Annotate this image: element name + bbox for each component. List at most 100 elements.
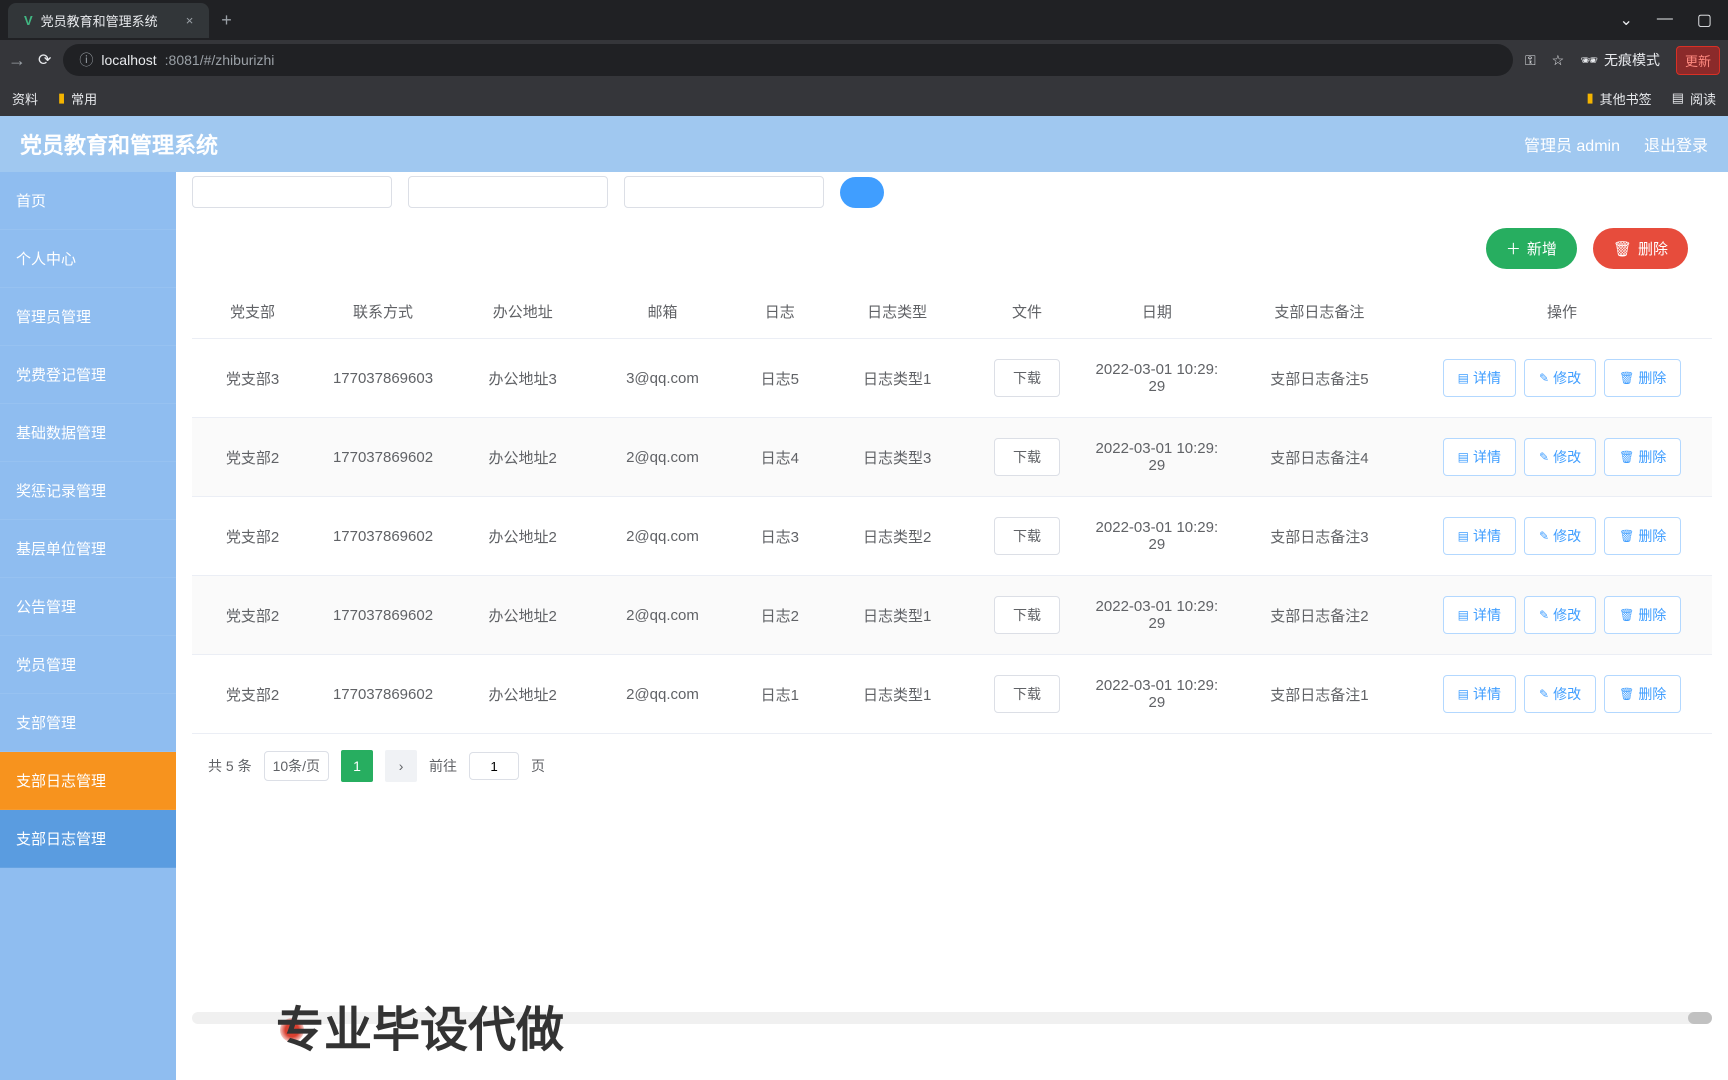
info-icon: ⓘ	[79, 50, 93, 70]
pagination: 共 5 条 10条/页 1 › 前往 页	[192, 734, 1712, 798]
bookmark-ziliao[interactable]: 资料	[12, 89, 38, 108]
add-button[interactable]: ＋ 新增	[1486, 228, 1577, 269]
cell: 下载	[967, 339, 1087, 418]
cell: 办公地址3	[453, 339, 593, 418]
filter-input-2[interactable]	[408, 176, 608, 208]
cell: 日志3	[732, 497, 827, 576]
edit-icon: ✎	[1539, 371, 1549, 385]
page-1-button[interactable]: 1	[341, 750, 373, 782]
cell: 下载	[967, 576, 1087, 655]
folder-icon: ▮	[1587, 90, 1594, 106]
edit-button[interactable]: ✎修改	[1524, 359, 1596, 397]
sidebar-item-3[interactable]: 党费登记管理	[0, 346, 176, 404]
download-button[interactable]: 下载	[994, 438, 1060, 476]
horizontal-scrollbar[interactable]	[192, 1012, 1712, 1024]
detail-button[interactable]: ▤详情	[1443, 596, 1516, 634]
cell: 177037869602	[313, 655, 453, 734]
sidebar-item-5[interactable]: 奖惩记录管理	[0, 462, 176, 520]
trash-icon: 🗑	[1613, 240, 1632, 258]
cell: 2022-03-01 10:29:29	[1087, 576, 1227, 655]
app-header: 党员教育和管理系统 管理员 admin 退出登录	[0, 116, 1728, 172]
sidebar-item-4[interactable]: 基础数据管理	[0, 404, 176, 462]
logout-link[interactable]: 退出登录	[1644, 132, 1708, 156]
update-button[interactable]: 更新	[1676, 46, 1720, 75]
col-header-0: 党支部	[192, 285, 313, 339]
detail-button[interactable]: ▤详情	[1443, 675, 1516, 713]
row-delete-button[interactable]: 🗑删除	[1604, 517, 1681, 555]
sidebar-item-2[interactable]: 管理员管理	[0, 288, 176, 346]
detail-button[interactable]: ▤详情	[1443, 359, 1516, 397]
sidebar-item-9[interactable]: 支部管理	[0, 694, 176, 752]
sidebar-item-10[interactable]: 支部日志管理	[0, 752, 176, 810]
cell: 日志5	[732, 339, 827, 418]
edit-button[interactable]: ✎修改	[1524, 675, 1596, 713]
row-delete-button[interactable]: 🗑删除	[1604, 359, 1681, 397]
minimize-icon[interactable]: —	[1657, 10, 1673, 30]
page-next-button[interactable]: ›	[385, 750, 417, 782]
cell: 2@qq.com	[593, 576, 733, 655]
new-tab-button[interactable]: +	[221, 10, 232, 31]
trash-icon: 🗑	[1619, 608, 1634, 622]
url-input[interactable]: ⓘ localhost:8081/#/zhiburizhi	[63, 44, 1513, 76]
edit-button[interactable]: ✎修改	[1524, 596, 1596, 634]
bookmark-reading[interactable]: ▤阅读	[1672, 89, 1716, 108]
col-header-2: 办公地址	[453, 285, 593, 339]
edit-icon: ✎	[1539, 529, 1549, 543]
sidebar-item-0[interactable]: 首页	[0, 172, 176, 230]
filter-input-1[interactable]	[192, 176, 392, 208]
browser-tab[interactable]: V 党员教育和管理系统 ×	[8, 3, 209, 38]
cell: 日志类型1	[827, 576, 967, 655]
download-button[interactable]: 下载	[994, 517, 1060, 555]
cell: 党支部3	[192, 339, 313, 418]
doc-icon: ▤	[1458, 450, 1469, 464]
user-label[interactable]: 管理员 admin	[1524, 132, 1620, 156]
sidebar-item-11[interactable]: 支部日志管理	[0, 810, 176, 868]
star-icon[interactable]: ☆	[1552, 52, 1565, 69]
download-button[interactable]: 下载	[994, 596, 1060, 634]
key-icon[interactable]: ⚿	[1525, 52, 1536, 69]
cell: 2022-03-01 10:29:29	[1087, 418, 1227, 497]
col-header-6: 文件	[967, 285, 1087, 339]
cell: 日志1	[732, 655, 827, 734]
url-host: localhost	[101, 52, 156, 68]
filter-input-3[interactable]	[624, 176, 824, 208]
download-button[interactable]: 下载	[994, 359, 1060, 397]
cell: 2@qq.com	[593, 418, 733, 497]
page-input[interactable]	[469, 752, 519, 780]
col-header-4: 日志	[732, 285, 827, 339]
table-body: 党支部3177037869603办公地址33@qq.com日志5日志类型1下载2…	[192, 339, 1712, 734]
maximize-icon[interactable]: ▢	[1697, 10, 1712, 30]
forward-icon[interactable]: →	[8, 50, 26, 71]
sidebar-item-1[interactable]: 个人中心	[0, 230, 176, 288]
cell: 日志类型3	[827, 418, 967, 497]
goto-label: 前往	[429, 756, 457, 776]
edit-button[interactable]: ✎修改	[1524, 438, 1596, 476]
app-title: 党员教育和管理系统	[20, 128, 218, 160]
reload-icon[interactable]: ⟳	[38, 50, 51, 70]
bookmark-changyong[interactable]: ▮常用	[58, 89, 97, 108]
delete-button[interactable]: 🗑 删除	[1593, 228, 1688, 269]
detail-button[interactable]: ▤详情	[1443, 438, 1516, 476]
scrollbar-thumb[interactable]	[1688, 1012, 1712, 1024]
edit-button[interactable]: ✎修改	[1524, 517, 1596, 555]
chevron-down-icon[interactable]: ⌄	[1619, 10, 1632, 30]
sidebar: 首页个人中心管理员管理党费登记管理基础数据管理奖惩记录管理基层单位管理公告管理党…	[0, 172, 176, 1080]
sidebar-item-6[interactable]: 基层单位管理	[0, 520, 176, 578]
doc-icon: ▤	[1458, 687, 1469, 701]
sidebar-item-7[interactable]: 公告管理	[0, 578, 176, 636]
row-delete-button[interactable]: 🗑删除	[1604, 675, 1681, 713]
cell: 177037869603	[313, 339, 453, 418]
row-delete-button[interactable]: 🗑删除	[1604, 596, 1681, 634]
incognito-badge[interactable]: 🕶 无痕模式	[1580, 50, 1660, 70]
sidebar-item-8[interactable]: 党员管理	[0, 636, 176, 694]
bookmark-other[interactable]: ▮其他书签	[1587, 89, 1652, 108]
query-button[interactable]	[840, 177, 884, 208]
table-row: 党支部2177037869602办公地址22@qq.com日志4日志类型3下载2…	[192, 418, 1712, 497]
download-button[interactable]: 下载	[994, 675, 1060, 713]
tab-title: 党员教育和管理系统	[41, 11, 158, 30]
detail-button[interactable]: ▤详情	[1443, 517, 1516, 555]
close-tab-icon[interactable]: ×	[186, 13, 194, 28]
row-delete-button[interactable]: 🗑删除	[1604, 438, 1681, 476]
page-size-select[interactable]: 10条/页	[264, 751, 329, 781]
watermark-text: 专业毕设代做	[276, 990, 564, 1060]
